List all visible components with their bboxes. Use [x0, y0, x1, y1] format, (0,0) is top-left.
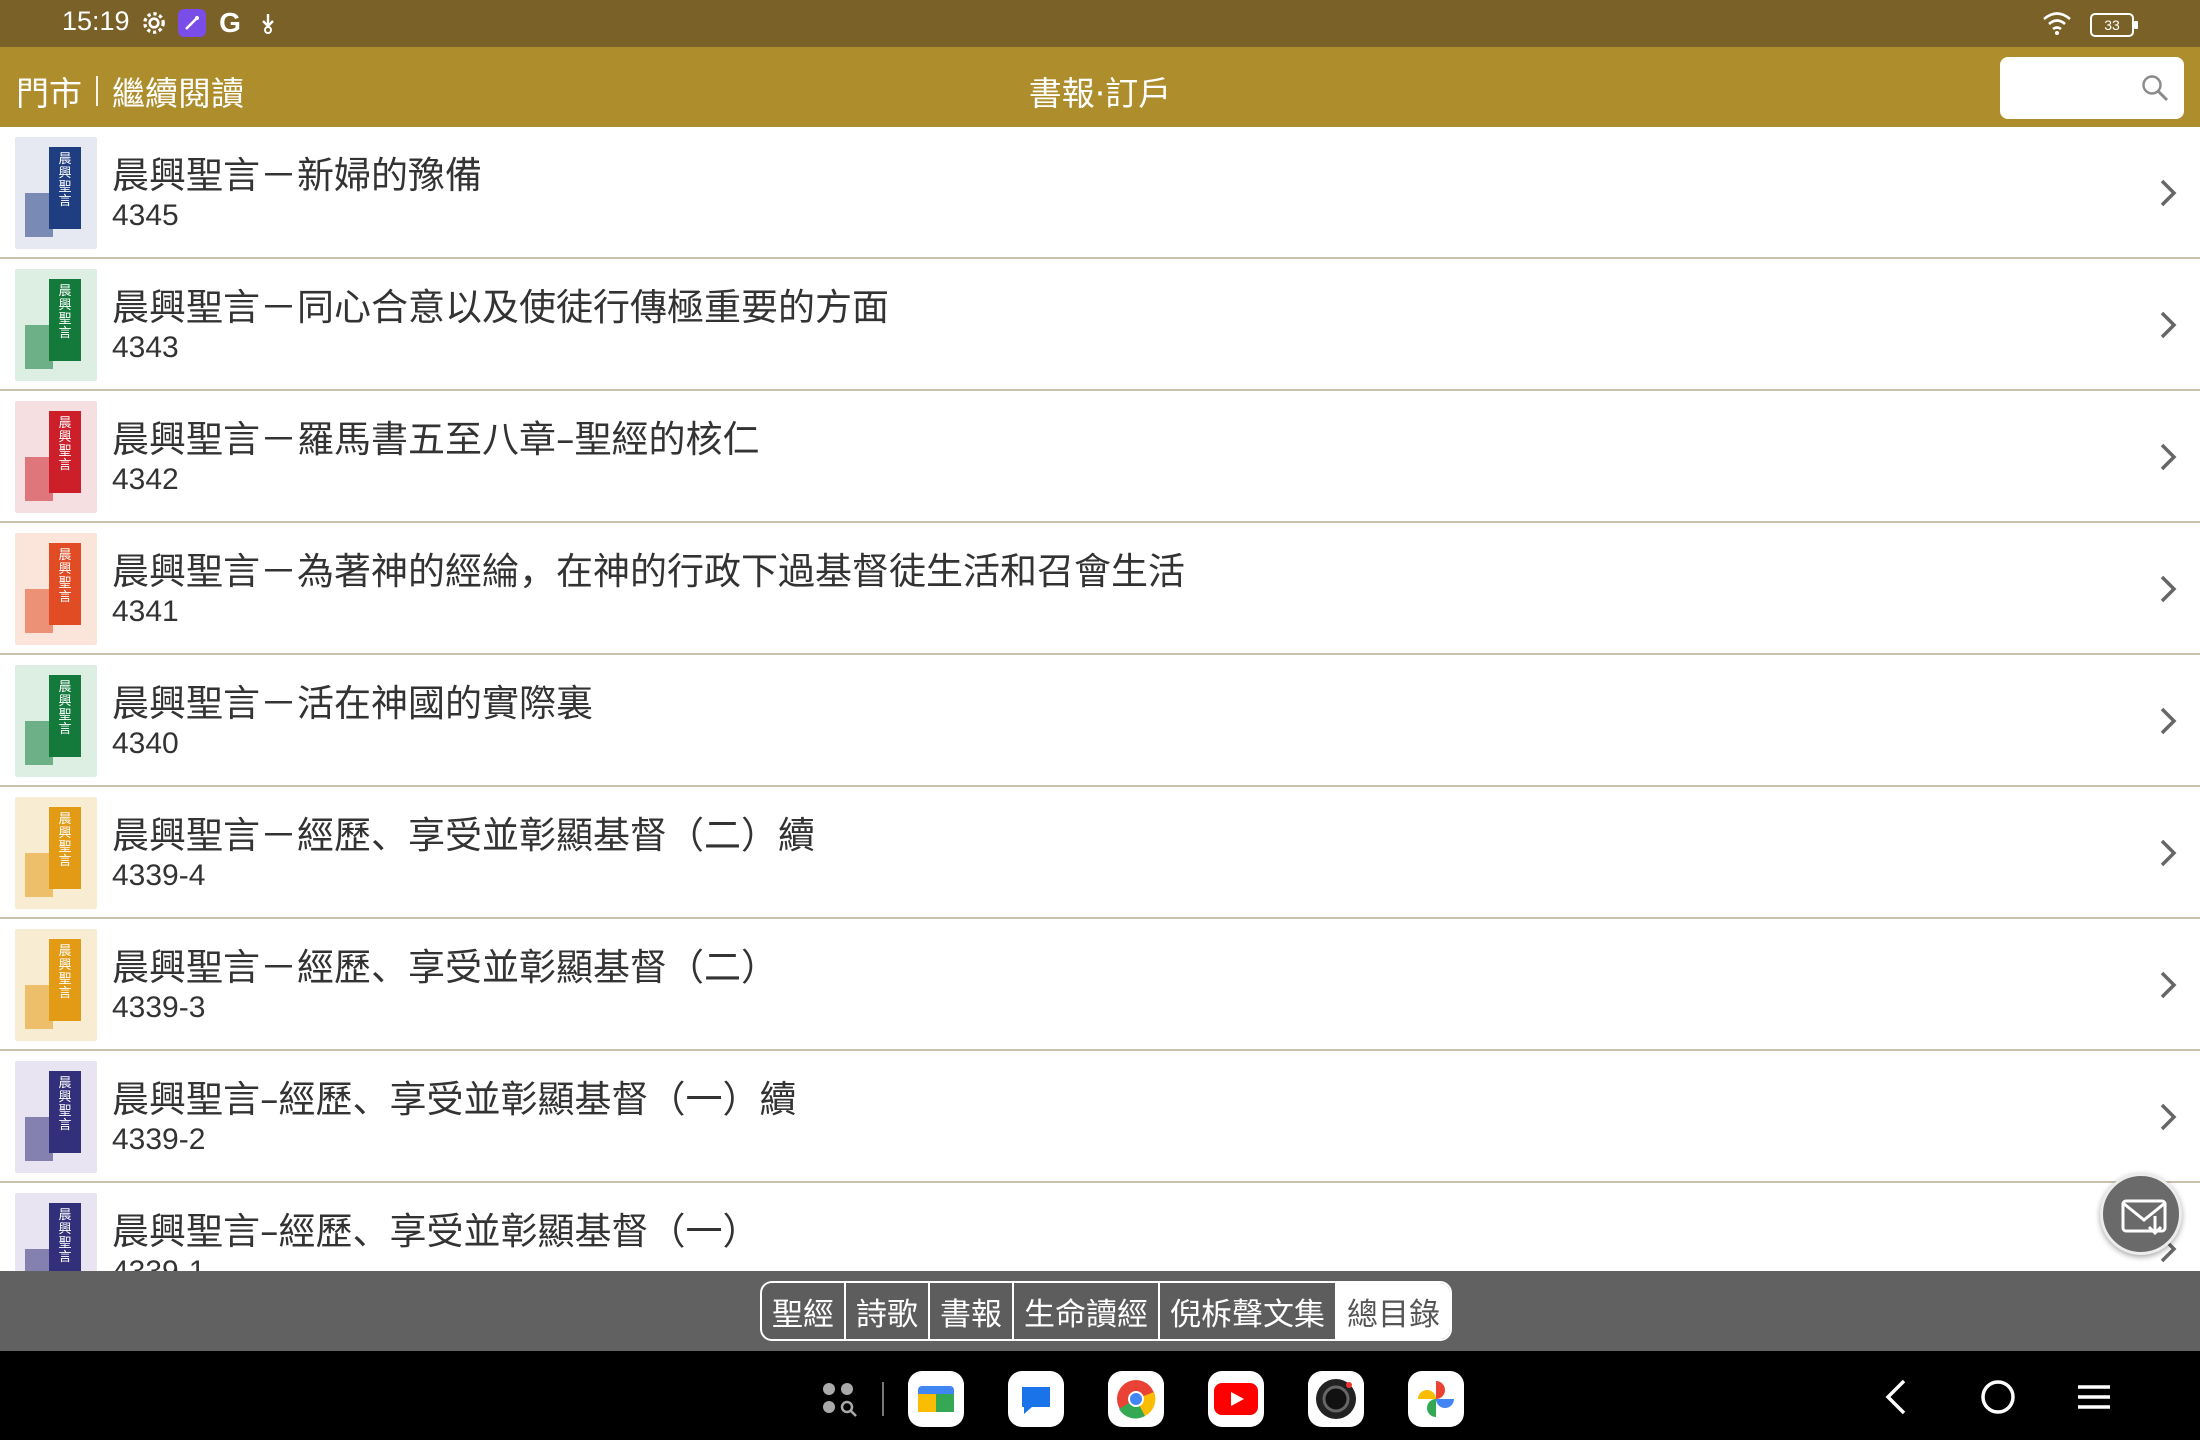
book-cover-thumbnail: 晨興聖言 [15, 137, 97, 249]
book-cover-text: 晨興聖言 [58, 152, 72, 209]
camera-icon[interactable] [1308, 1371, 1364, 1427]
page-title: 書報·訂戶 [1028, 74, 1172, 113]
item-title: 晨興聖言–經歷、享受並彰顯基督（一） [112, 1210, 760, 1253]
search-icon[interactable] [2140, 73, 2170, 103]
status-time: 15:19 [62, 6, 130, 36]
book-cover-thumbnail: 晨興聖言 [15, 797, 97, 909]
messages-icon[interactable] [1008, 1371, 1064, 1427]
item-code: 4341 [112, 595, 179, 628]
item-title: 晨興聖言－同心合意以及使徒行傳極重要的方面 [112, 286, 889, 329]
google-icon: G [219, 7, 241, 38]
book-cover-thumbnail: 晨興聖言 [15, 929, 97, 1041]
book-cover-thumbnail: 晨興聖言 [15, 401, 97, 513]
app-header: 門市 繼續閱讀 書報·訂戶 [0, 47, 2200, 127]
dock-divider [882, 1382, 884, 1416]
list-item[interactable]: 晨興聖言 晨興聖言－經歷、享受並彰顯基督（二）續 4339-4 [0, 787, 2200, 919]
chevron-right-icon [2160, 311, 2177, 339]
book-cover-thumbnail: 晨興聖言 [15, 1193, 97, 1271]
item-code: 4339-4 [112, 859, 206, 892]
files-icon[interactable] [908, 1371, 964, 1427]
search-input[interactable] [2000, 57, 2140, 119]
continue-reading-link[interactable]: 繼續閱讀 [112, 67, 244, 115]
list-item[interactable]: 晨興聖言 晨興聖言－活在神國的實際裏 4340 [0, 655, 2200, 787]
floating-action-button[interactable] [2100, 1173, 2182, 1255]
store-link[interactable]: 門市 [16, 67, 82, 115]
list-item[interactable]: 晨興聖言 晨興聖言–經歷、享受並彰顯基督（一） 4339-1 [0, 1183, 2200, 1271]
bottom-tab-bar: 聖經 詩歌 書報 生命讀經 倪柝聲文集 總目錄 [0, 1271, 2200, 1351]
book-cover-thumbnail: 晨興聖言 [15, 1061, 97, 1173]
book-cover-text: 晨興聖言 [58, 812, 72, 869]
category-tabs: 聖經 詩歌 書報 生命讀經 倪柝聲文集 總目錄 [760, 1281, 1452, 1341]
list-item[interactable]: 晨興聖言 晨興聖言－羅馬書五至八章–聖經的核仁 4342 [0, 391, 2200, 523]
chrome-icon[interactable] [1108, 1371, 1164, 1427]
book-cover-thumbnail: 晨興聖言 [15, 269, 97, 381]
tab-3[interactable]: 生命讀經 [1014, 1283, 1160, 1339]
book-cover-text: 晨興聖言 [58, 1208, 72, 1265]
chevron-right-icon [2160, 179, 2177, 207]
chevron-right-icon [2160, 1103, 2177, 1131]
tab-5[interactable]: 總目錄 [1337, 1283, 1450, 1339]
download-icon [254, 9, 282, 37]
search-box[interactable] [2000, 57, 2184, 119]
recents-icon[interactable] [2072, 1375, 2116, 1419]
chevron-right-icon [2160, 839, 2177, 867]
book-cover-text: 晨興聖言 [58, 548, 72, 605]
chevron-right-icon [2160, 443, 2177, 471]
chevron-right-icon [2160, 707, 2177, 735]
battery-icon: 33 [2090, 13, 2138, 37]
item-title: 晨興聖言–經歷、享受並彰顯基督（一）續 [112, 1078, 797, 1121]
header-divider [96, 76, 98, 106]
tab-0[interactable]: 聖經 [762, 1283, 846, 1339]
book-cover-text: 晨興聖言 [58, 944, 72, 1001]
item-title: 晨興聖言－羅馬書五至八章–聖經的核仁 [112, 418, 760, 461]
book-cover-thumbnail: 晨興聖言 [15, 533, 97, 645]
item-code: 4345 [112, 199, 179, 232]
book-list: 晨興聖言晨興聖言－新婦的豫備 4345 晨興聖言晨興聖言－同心合意以及使徒行傳極重要… [0, 127, 2200, 1271]
list-item[interactable]: 晨興聖言 晨興聖言－經歷、享受並彰顯基督（二） 4339-3 [0, 919, 2200, 1051]
status-right: 33 [2042, 10, 2138, 40]
tab-1[interactable]: 詩歌 [846, 1283, 930, 1339]
book-cover-thumbnail: 晨興聖言 [15, 665, 97, 777]
app-dock [820, 1371, 1464, 1427]
tab-4[interactable]: 倪柝聲文集 [1160, 1283, 1337, 1339]
app-drawer-icon[interactable] [820, 1380, 858, 1418]
gear-icon [140, 9, 168, 37]
tab-2[interactable]: 書報 [930, 1283, 1014, 1339]
header-links: 門市 繼續閱讀 [16, 67, 244, 115]
list-item[interactable]: 晨興聖言 晨興聖言－新婦的豫備 4345 [0, 127, 2200, 259]
photos-icon[interactable] [1408, 1371, 1464, 1427]
item-code: 4343 [112, 331, 179, 364]
list-item[interactable]: 晨興聖言 晨興聖言－同心合意以及使徒行傳極重要的方面 4343 [0, 259, 2200, 391]
item-code: 4342 [112, 463, 179, 496]
item-code: 4340 [112, 727, 179, 760]
youtube-icon[interactable] [1208, 1371, 1264, 1427]
item-code: 4339-3 [112, 991, 206, 1024]
list-item[interactable]: 晨興聖言 晨興聖言–經歷、享受並彰顯基督（一）續 4339-2 [0, 1051, 2200, 1183]
item-title: 晨興聖言－為著神的經綸，在神的行政下過基督徒生活和召會生活 [112, 550, 1185, 593]
book-cover-text: 晨興聖言 [58, 416, 72, 473]
navigation-bar [0, 1351, 2200, 1440]
item-title: 晨興聖言－經歷、享受並彰顯基督（二）續 [112, 814, 815, 857]
book-cover-text: 晨興聖言 [58, 680, 72, 737]
back-icon[interactable] [1876, 1375, 1920, 1419]
book-cover-text: 晨興聖言 [58, 1076, 72, 1133]
app-icon [178, 9, 206, 37]
book-cover-text: 晨興聖言 [58, 284, 72, 341]
mail-download-icon [2121, 1199, 2167, 1236]
wifi-icon [2042, 10, 2072, 40]
status-icons: G [140, 7, 282, 38]
status-bar: 15:19 G 33 [0, 0, 2200, 47]
chevron-right-icon [2160, 971, 2177, 999]
item-title: 晨興聖言－活在神國的實際裏 [112, 682, 593, 725]
item-code: 4339-1 [112, 1255, 205, 1271]
home-icon[interactable] [1976, 1375, 2020, 1419]
item-title: 晨興聖言－新婦的豫備 [112, 154, 482, 197]
chevron-right-icon [2160, 575, 2177, 603]
list-item[interactable]: 晨興聖言 晨興聖言－為著神的經綸，在神的行政下過基督徒生活和召會生活 4341 [0, 523, 2200, 655]
item-title: 晨興聖言－經歷、享受並彰顯基督（二） [112, 946, 778, 989]
item-code: 4339-2 [112, 1123, 206, 1156]
